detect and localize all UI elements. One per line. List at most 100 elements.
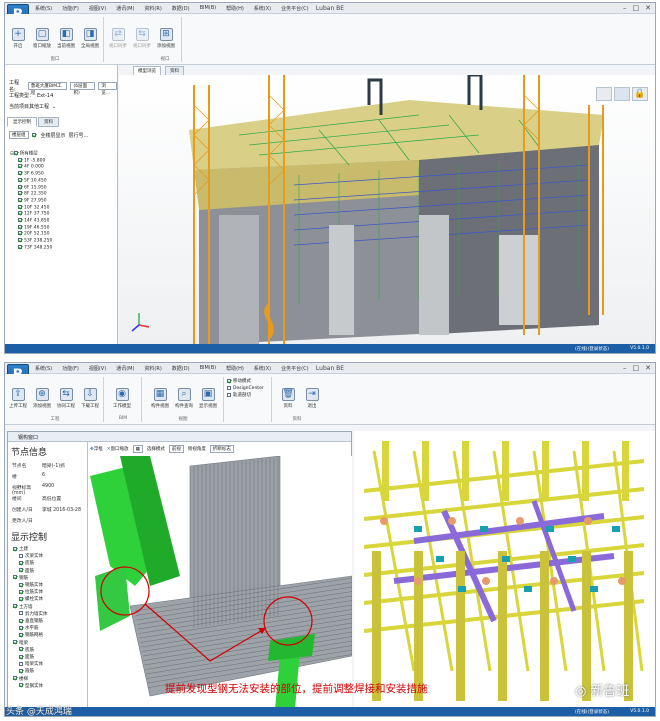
view-select[interactable]: 前视 [168, 445, 184, 453]
upload-project-button[interactable]: ⇪ 上传工程 [5, 388, 31, 409]
display-check-item[interactable]: 钢筋 [13, 575, 48, 582]
work-model-button[interactable]: ◉ 工作模型 [109, 388, 135, 409]
view-cube-icon[interactable] [614, 87, 630, 101]
current-view-button[interactable]: ◧ 当前视图 [53, 28, 79, 49]
3d-viewport-steel-frame[interactable] [354, 431, 655, 709]
global-view-button[interactable]: ◨ 全局视图 [77, 28, 103, 49]
maximize-icon[interactable]: □ [633, 4, 640, 12]
tree-item[interactable]: 12F 37.750 [10, 211, 52, 218]
display-check-item[interactable]: 钢筋实体 [13, 582, 48, 589]
display-check-item[interactable]: 型钢实体 [13, 683, 48, 690]
move-mode-checkbox[interactable] [227, 378, 231, 383]
menu-item[interactable]: 数据(D) [168, 4, 194, 13]
menu-item[interactable]: 帮助(H) [222, 364, 248, 373]
checkbox[interactable] [19, 683, 23, 688]
checkbox[interactable] [19, 632, 23, 637]
tree-item[interactable]: 14F 43.850 [10, 218, 52, 225]
checkbox[interactable] [19, 568, 23, 573]
menu-item[interactable]: 数据(D) [168, 364, 194, 373]
checkbox[interactable] [19, 647, 23, 652]
project-select[interactable]: 鲁班大厦BIM工程 [27, 82, 68, 96]
select-mode-button[interactable]: ▦ [132, 445, 143, 453]
download-project-button[interactable]: ⇩ 下载工程 [77, 388, 103, 409]
tree-root[interactable]: ⊟ 所有楼层 [10, 151, 52, 158]
float-frame-button[interactable]: ✥浮框 [90, 446, 103, 452]
tree-item[interactable]: 53F 238.250 [10, 238, 52, 245]
tab-display-control[interactable]: 显示控制 [7, 117, 37, 127]
3d-viewport-building[interactable]: 🔒 [119, 75, 655, 345]
resources-button[interactable]: 🗑 资料 [275, 388, 301, 409]
menu-item[interactable]: 系统(X) [250, 364, 275, 373]
checkbox[interactable] [19, 654, 23, 659]
checkbox[interactable] [13, 575, 17, 580]
checkbox[interactable] [19, 661, 23, 666]
checkbox[interactable] [19, 582, 23, 587]
menu-item[interactable]: 系统(X) [250, 4, 275, 13]
display-check-item[interactable]: 暗梁 [13, 640, 48, 647]
all-floor-checkbox[interactable] [31, 133, 36, 137]
tree-item[interactable]: 73F 348.250 [10, 244, 52, 252]
minimize-icon[interactable]: – [623, 364, 627, 372]
checkbox[interactable] [19, 625, 23, 630]
display-check-item[interactable]: 面筋 [13, 568, 48, 575]
window-zoom-button[interactable]: ✕窗口缩放 [107, 446, 129, 452]
project-area-select[interactable]: (6层面积) [70, 82, 96, 96]
display-check-item[interactable]: 土建 [13, 546, 48, 553]
display-view-button[interactable]: ▣ 显示视图 [195, 388, 221, 409]
checkbox[interactable] [19, 618, 23, 623]
window-zoom-button[interactable]: ▢ 窗口缩放 [29, 28, 55, 49]
collab-project-button[interactable]: ⇆ 协同工程 [53, 388, 79, 409]
other-projects-row[interactable]: 当前项目其他工程 ⌄ [9, 103, 56, 111]
tree-item[interactable]: 5F 10.450 [10, 177, 52, 185]
checkbox[interactable] [13, 604, 17, 609]
menu-item[interactable]: BIM(B) [196, 4, 221, 13]
checkbox[interactable] [19, 668, 23, 673]
tree-item[interactable]: 3F 6.950 [10, 171, 52, 178]
menu-item[interactable]: 系统(S) [31, 364, 56, 373]
display-check-item[interactable]: 次梁实体 [13, 553, 48, 560]
viewport-sync-button[interactable]: ⇄ 视口同步 [105, 28, 131, 49]
menu-item[interactable]: 视图(V) [85, 4, 110, 13]
minimize-icon[interactable]: – [623, 4, 627, 12]
display-check-item[interactable]: 剪力墙实体 [13, 611, 48, 618]
display-check-item[interactable]: 楼梯 [13, 676, 48, 683]
display-check-item[interactable]: 底筋 [13, 647, 48, 654]
display-check-item[interactable]: 螺栓实体 [13, 596, 48, 603]
tree-item[interactable]: 10F 32.450 [10, 204, 52, 212]
display-check-item[interactable]: 暗梁实体 [13, 661, 48, 668]
display-check-item[interactable]: 水平筋 [13, 625, 48, 632]
maximize-icon[interactable]: □ [633, 364, 640, 372]
component-view-button[interactable]: ▦ 构件视图 [147, 388, 173, 409]
checkbox[interactable] [19, 589, 23, 594]
add-view-button[interactable]: ⊕ 添加视图 [29, 388, 55, 409]
menu-item[interactable]: 视图(V) [85, 364, 110, 373]
tab-resources-panel[interactable]: 资料 [38, 117, 59, 127]
view-cube-icon[interactable] [596, 87, 612, 101]
tree-item[interactable]: 8F 22.350 [10, 191, 52, 198]
tree-item[interactable]: 19F 46.550 [10, 224, 52, 232]
checkbox[interactable] [13, 546, 17, 551]
menu-item[interactable]: BIM(B) [196, 364, 221, 373]
menu-item[interactable]: 资料(R) [140, 4, 165, 13]
menu-item[interactable]: 通讯(M) [112, 364, 138, 373]
menu-item[interactable]: 功能(F) [58, 364, 83, 373]
component-query-button[interactable]: ⌕ 构件查询 [171, 388, 197, 409]
display-check-item[interactable]: 箍筋 [13, 668, 48, 675]
open-button[interactable]: + 开启 [5, 28, 31, 49]
tree-item[interactable]: 6F 15.950 [10, 184, 52, 192]
tree-item[interactable]: 1F -5.800 [10, 157, 52, 165]
menu-item[interactable]: 通讯(M) [112, 4, 138, 13]
viewport-sync-button-2[interactable]: ⇆ 视口同步 [129, 28, 155, 49]
menu-item[interactable]: 系统(S) [31, 4, 56, 13]
menu-item[interactable]: 功能(F) [58, 4, 83, 13]
menu-item[interactable]: 资料(R) [140, 364, 165, 373]
section-checkbox[interactable] [227, 392, 231, 397]
tree-item[interactable]: 20F 52.150 [10, 231, 52, 238]
display-check-item[interactable]: 面筋 [13, 654, 48, 661]
menu-item[interactable]: 业务平台(C) [277, 364, 312, 373]
break-mark-select[interactable]: 折断标志 [209, 445, 234, 453]
display-check-item[interactable]: 拉筋实体 [13, 589, 48, 596]
close-icon[interactable]: ✕ [645, 364, 651, 372]
checkbox[interactable] [13, 640, 17, 645]
add-view-button[interactable]: ⊞ 添加视图 [153, 28, 179, 49]
